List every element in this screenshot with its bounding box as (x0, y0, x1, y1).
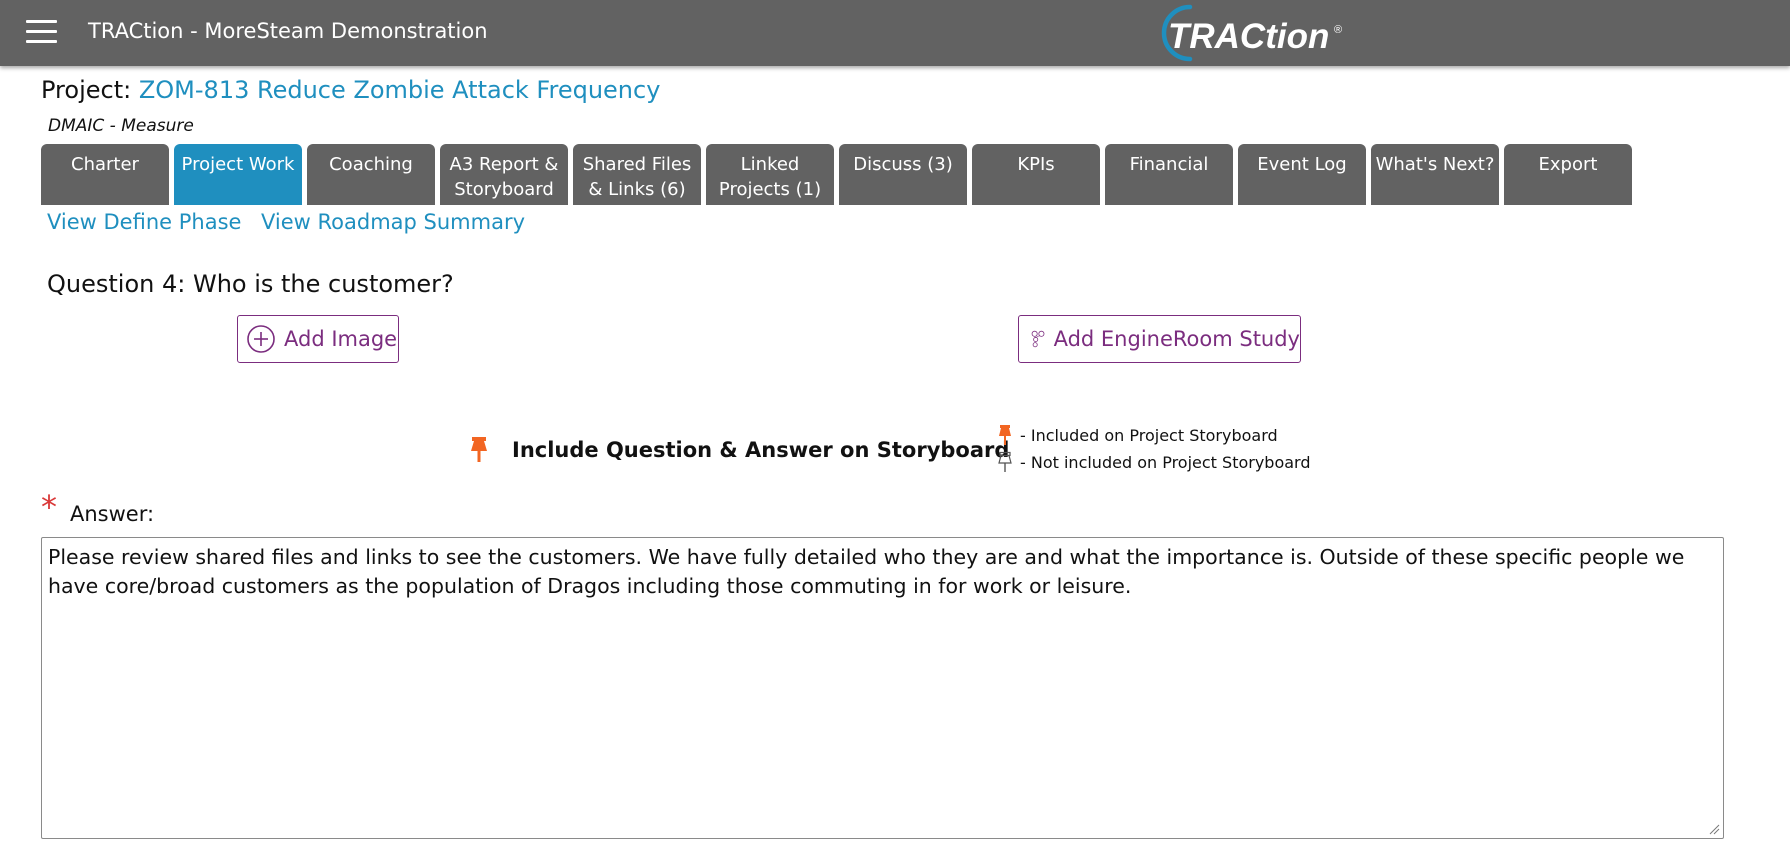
engineroom-icon (1031, 330, 1045, 348)
hamburger-menu-icon[interactable] (26, 20, 57, 44)
question-heading: Question 4: Who is the customer? (47, 270, 454, 298)
add-image-label: Add Image (284, 327, 398, 351)
tab-export[interactable]: Export (1504, 144, 1632, 205)
resize-grip-icon[interactable] (1708, 823, 1720, 835)
project-phase: DMAIC - Measure (48, 116, 194, 136)
app-title: TRACtion - MoreSteam Demonstration (88, 19, 488, 43)
tab-a3-report-storyboard[interactable]: A3 Report & Storyboard (440, 144, 568, 205)
tab-linked-projects[interactable]: Linked Projects (1) (706, 144, 834, 205)
tab-shared-files-links[interactable]: Shared Files & Links (6) (573, 144, 701, 205)
project-title: Project: ZOM-813 Reduce Zombie Attack Fr… (41, 76, 660, 104)
project-name-link[interactable]: ZOM-813 Reduce Zombie Attack Frequency (139, 76, 661, 104)
pin-filled-icon[interactable] (466, 435, 492, 465)
add-engineroom-label: Add EngineRoom Study (1053, 327, 1300, 351)
logo-registered-mark: ® (1334, 24, 1342, 36)
storyboard-legend: - Included on Project Storyboard - Not i… (996, 422, 1311, 476)
view-define-phase-link[interactable]: View Define Phase (47, 210, 241, 234)
include-storyboard-row: Include Question & Answer on Storyboard (466, 434, 1009, 466)
traction-logo: TRACtion ® (1161, 4, 1342, 62)
tab-discuss[interactable]: Discuss (3) (839, 144, 967, 205)
project-label: Project: (41, 76, 132, 104)
tab-kpis[interactable]: KPIs (972, 144, 1100, 205)
include-storyboard-label: Include Question & Answer on Storyboard (512, 438, 1010, 462)
add-engineroom-study-button[interactable]: Add EngineRoom Study (1018, 315, 1301, 363)
pin-filled-icon (999, 424, 1011, 445)
tab-event-log[interactable]: Event Log (1238, 144, 1366, 205)
view-roadmap-summary-link[interactable]: View Roadmap Summary (261, 210, 525, 234)
add-image-button[interactable]: Add Image (237, 315, 399, 363)
tab-whats-next[interactable]: What's Next? (1371, 144, 1499, 205)
answer-text: Please review shared files and links to … (48, 545, 1685, 598)
legend-not-included-row: - Not included on Project Storyboard (996, 449, 1311, 476)
legend-included-text: - Included on Project Storyboard (1020, 426, 1278, 445)
legend-not-included-text: - Not included on Project Storyboard (1020, 453, 1311, 472)
tab-coaching[interactable]: Coaching (307, 144, 435, 205)
tab-charter[interactable]: Charter (41, 144, 169, 205)
logo-text: TRACtion (1168, 17, 1329, 56)
pin-outline-icon (998, 451, 1012, 472)
plus-circle-icon (247, 325, 275, 353)
required-asterisk: * (41, 488, 57, 526)
tab-financial[interactable]: Financial (1105, 144, 1233, 205)
answer-textarea[interactable]: Please review shared files and links to … (41, 537, 1724, 839)
legend-included-row: - Included on Project Storyboard (996, 422, 1311, 449)
answer-label: Answer: (70, 502, 155, 526)
top-header-bar: TRACtion - MoreSteam Demonstration TRACt… (0, 0, 1790, 66)
tab-project-work[interactable]: Project Work (174, 144, 302, 205)
